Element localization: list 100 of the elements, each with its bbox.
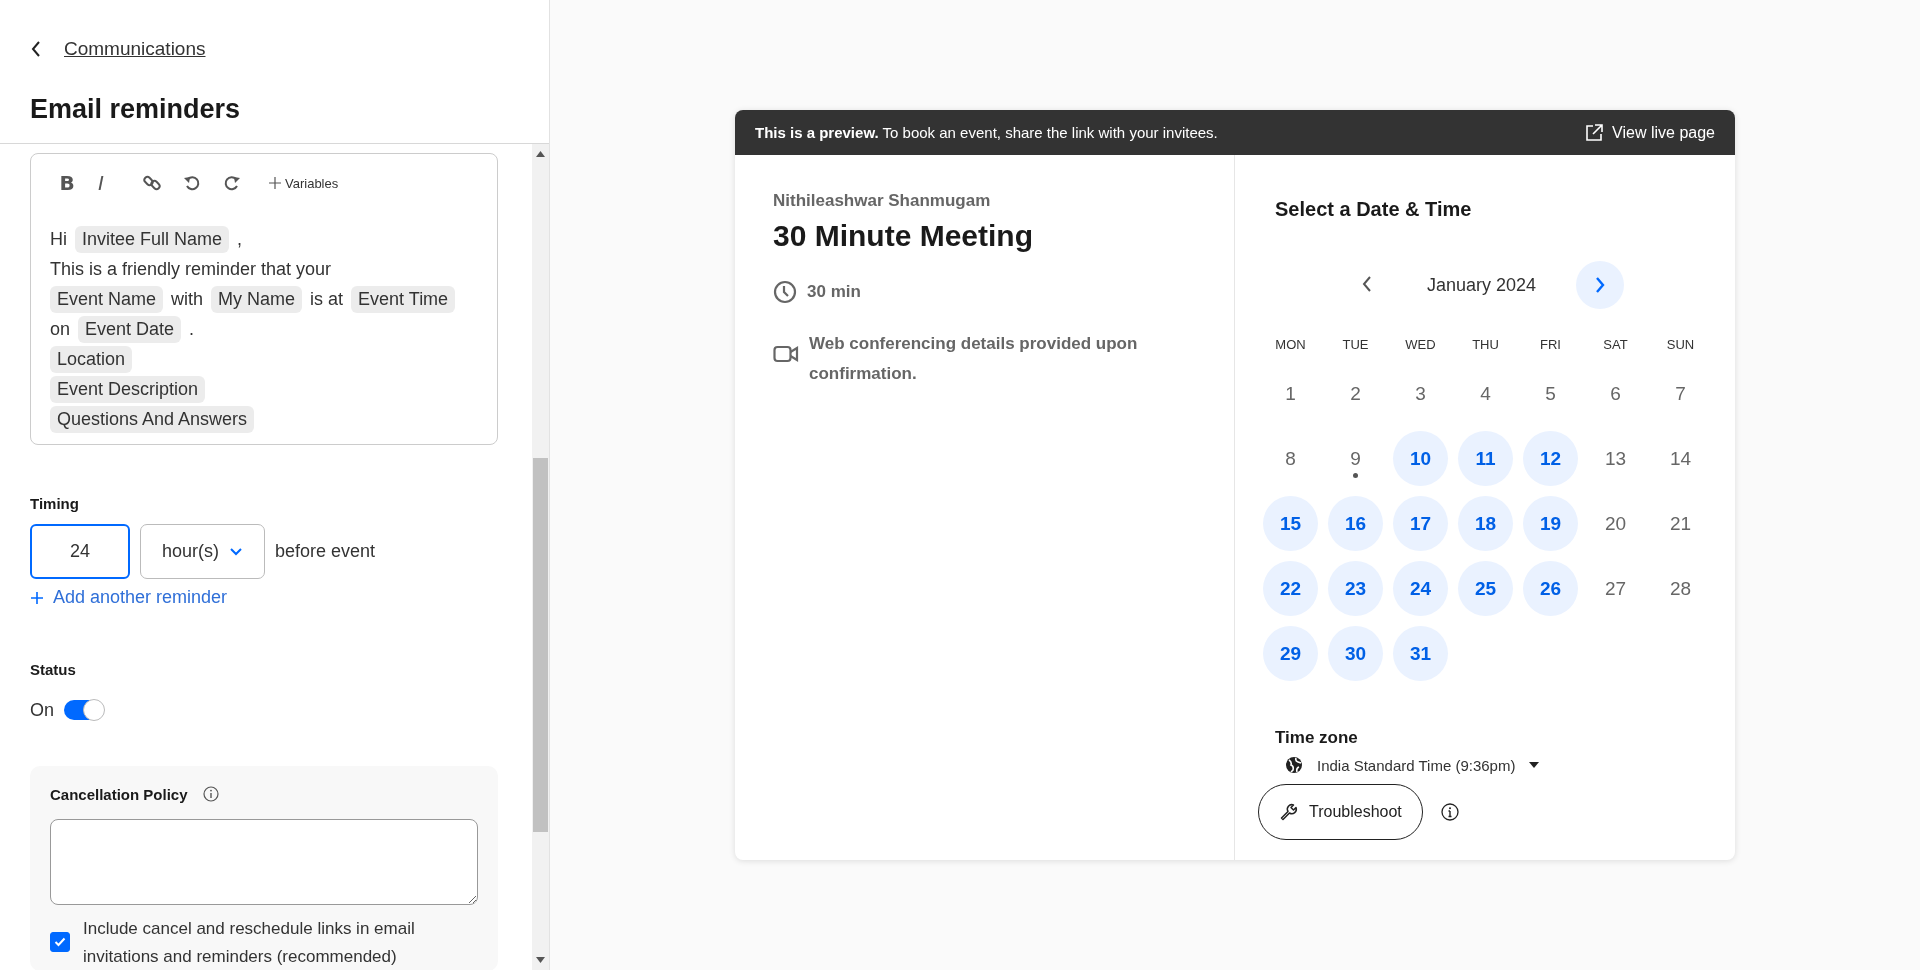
caret-down-icon xyxy=(1529,762,1540,768)
event-title: 30 Minute Meeting xyxy=(773,219,1035,253)
link-icon[interactable] xyxy=(142,173,162,193)
available-day[interactable]: 10 xyxy=(1393,431,1448,486)
available-day[interactable]: 25 xyxy=(1458,561,1513,616)
weekday-label: MON xyxy=(1275,336,1306,354)
info-icon[interactable] xyxy=(202,786,219,802)
status-value: On xyxy=(30,699,54,721)
view-live-link[interactable]: View live page xyxy=(1584,122,1715,143)
variable-chip[interactable]: Location xyxy=(50,345,133,373)
available-day[interactable]: 22 xyxy=(1263,561,1318,616)
checkbox-label: Include cancel and reschedule links in email invitations and reminders (recommended) xyxy=(83,917,416,968)
timing-label: Timing xyxy=(30,495,80,512)
variable-chip[interactable]: Event Time xyxy=(351,285,456,313)
available-day[interactable]: 19 xyxy=(1523,496,1578,551)
time-zone-label: Time zone xyxy=(1274,728,1359,748)
weekday-label: TUE xyxy=(1342,336,1369,354)
location-text: Web conferencing details provided upon confirmation. xyxy=(809,333,1139,385)
variable-chip[interactable]: Event Name xyxy=(50,285,164,313)
plus-icon xyxy=(268,176,282,190)
video-camera-icon xyxy=(773,343,799,365)
external-link-icon xyxy=(1584,122,1605,143)
calendar-title: Select a Date & Time xyxy=(1274,198,1473,221)
editor-text: Hi xyxy=(50,228,67,250)
calendar-day: 21 xyxy=(1669,512,1692,535)
editor-text: on xyxy=(50,318,71,340)
available-day[interactable]: 24 xyxy=(1393,561,1448,616)
troubleshoot-button[interactable]: Troubleshoot xyxy=(1258,784,1423,840)
variables-button[interactable]: Variables xyxy=(268,175,339,191)
calendar-day: 3 xyxy=(1415,382,1426,405)
plus-icon xyxy=(30,590,44,605)
calendar-day: 28 xyxy=(1669,577,1692,600)
scrollbar[interactable] xyxy=(532,144,549,970)
message-editor[interactable]: B I Variables Hi Invitee Full Name , This is a friendly reminder that your Event Name with My Name is at Event Time on Event Date . Location Event Description Questions And Answers xyxy=(30,153,498,445)
weekday-label: SUN xyxy=(1666,336,1695,354)
policy-textarea[interactable] xyxy=(50,818,478,905)
scroll-up-icon[interactable] xyxy=(536,151,545,157)
variable-chip[interactable]: Questions And Answers xyxy=(50,405,255,433)
editor-text: with xyxy=(171,288,204,310)
editor-text: is at xyxy=(310,288,344,310)
chevron-down-icon xyxy=(229,546,243,557)
calendar-day: 13 xyxy=(1604,447,1627,470)
amount-field[interactable]: 24 xyxy=(30,524,130,579)
chevron-left-icon xyxy=(1360,274,1373,293)
info-icon[interactable] xyxy=(1440,803,1459,821)
available-day[interactable]: 29 xyxy=(1263,626,1318,681)
chevron-right-icon xyxy=(1594,276,1607,294)
variable-chip[interactable]: Event Description xyxy=(50,375,206,403)
calendar-day: 1 xyxy=(1285,382,1296,405)
status-label: Status xyxy=(30,660,77,678)
available-day[interactable]: 26 xyxy=(1523,561,1578,616)
status-toggle[interactable] xyxy=(64,700,104,720)
available-day[interactable]: 30 xyxy=(1328,626,1383,681)
host-name: Nithileashwar Shanmugam xyxy=(773,191,992,211)
panel-title: Email reminders xyxy=(30,94,242,125)
scroll-down-icon[interactable] xyxy=(536,957,545,963)
editor-text: This is a friendly reminder that your xyxy=(50,258,332,280)
wrench-icon xyxy=(1279,802,1299,822)
variable-chip[interactable]: My Name xyxy=(211,285,303,313)
calendar-day: 7 xyxy=(1675,382,1686,405)
redo-icon[interactable] xyxy=(222,173,242,193)
calendar-day: 14 xyxy=(1669,447,1692,470)
calendar-day: 8 xyxy=(1285,447,1296,470)
variable-chip[interactable]: Invitee Full Name xyxy=(75,225,230,253)
timing-suffix: before event xyxy=(275,541,376,562)
editor-text: . xyxy=(189,318,195,340)
duration-text: 30 min xyxy=(807,281,861,303)
calendar-day: 5 xyxy=(1545,382,1556,405)
back-icon[interactable] xyxy=(30,40,42,58)
calendar-day: 4 xyxy=(1480,382,1491,405)
month-label: January 2024 xyxy=(1426,274,1537,296)
weekday-label: THU xyxy=(1472,336,1499,354)
available-day[interactable]: 12 xyxy=(1523,431,1578,486)
calendar-day: 9 xyxy=(1350,447,1361,470)
italic-button[interactable]: I xyxy=(84,171,118,195)
weekday-label: WED xyxy=(1405,336,1436,354)
preview-notice: This is a preview. To book an event, share the link with your invitees. xyxy=(755,124,1218,141)
undo-icon[interactable] xyxy=(182,173,202,193)
calendar-day: 20 xyxy=(1604,512,1627,535)
checkmark-icon xyxy=(54,936,66,947)
calendar-day: 2 xyxy=(1350,382,1361,405)
time-zone-dropdown[interactable]: India Standard Time (9:36pm) xyxy=(1285,756,1540,774)
unit-dropdown[interactable]: hour(s) xyxy=(140,524,265,579)
weekday-label: FRI xyxy=(1540,336,1561,354)
add-reminder-link[interactable]: Add another reminder xyxy=(30,587,228,608)
back-link[interactable]: Communications xyxy=(64,38,206,60)
calendar-day: 6 xyxy=(1610,382,1621,405)
available-day[interactable]: 23 xyxy=(1328,561,1383,616)
available-day[interactable]: 16 xyxy=(1328,496,1383,551)
checkbox[interactable] xyxy=(50,931,70,952)
bold-button[interactable]: B xyxy=(50,171,84,195)
available-day[interactable]: 18 xyxy=(1458,496,1513,551)
available-day[interactable]: 15 xyxy=(1263,496,1318,551)
weekday-label: SAT xyxy=(1603,336,1628,354)
available-day[interactable]: 17 xyxy=(1393,496,1448,551)
available-day[interactable]: 11 xyxy=(1458,431,1513,486)
variable-chip[interactable]: Event Date xyxy=(78,315,182,343)
available-day[interactable]: 31 xyxy=(1393,626,1448,681)
globe-icon xyxy=(1285,756,1303,774)
editor-text: , xyxy=(237,228,243,250)
